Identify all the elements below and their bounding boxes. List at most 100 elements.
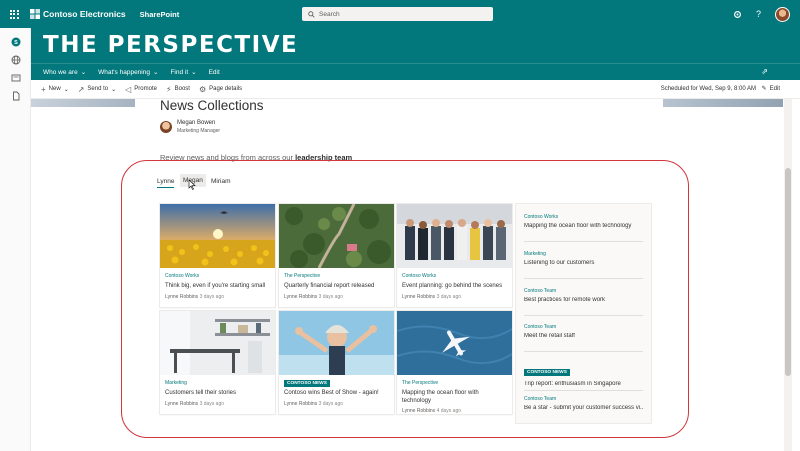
list-item-category[interactable]: Contoso Team (524, 324, 643, 330)
list-item[interactable]: Contoso Team Best practices for remote w… (524, 288, 643, 316)
list-divider (524, 390, 643, 391)
card-category-badge[interactable]: CONTOSO NEWS (284, 380, 330, 387)
list-item-category[interactable]: Marketing (524, 251, 643, 257)
list-item[interactable]: CONTOSO NEWS Trip report: enthusiasm in … (524, 360, 643, 391)
card-image-team-group (397, 204, 512, 268)
list-item-title[interactable]: Trip report: enthusiasm in Singapore (524, 381, 643, 387)
news-card[interactable]: The Perspective Mapping the ocean floor … (397, 311, 512, 414)
card-category[interactable]: Marketing (165, 380, 187, 386)
schedule-status: Scheduled for Wed, Sep 9, 8:00 AM (660, 86, 756, 92)
send-icon: ↗ (77, 84, 85, 94)
app-name-link[interactable]: SharePoint (140, 10, 180, 19)
chevron-down-icon: ⌄ (63, 86, 69, 93)
news-card[interactable]: Contoso Works Event planning: go behind … (397, 204, 512, 307)
mouse-cursor-icon (188, 180, 196, 190)
list-item-title[interactable]: Mapping the ocean floor with technology (524, 223, 643, 229)
card-category[interactable]: The Perspective (402, 380, 438, 386)
list-item[interactable]: Contoso Team Be a star - submit your cus… (524, 396, 643, 411)
news-icon[interactable] (10, 72, 21, 83)
app-bar: S (0, 28, 31, 451)
search-box[interactable]: Search (302, 7, 493, 21)
send-to-button[interactable]: ↗ Send to ⌄ (78, 85, 116, 94)
contoso-logo-icon (30, 9, 40, 19)
card-title[interactable]: Mapping the ocean floor with technology (402, 389, 508, 405)
card-meta: Lynne Robbins 3 days ago (402, 294, 462, 300)
list-item-title[interactable]: Listening to our customers (524, 260, 643, 266)
search-placeholder: Search (319, 10, 340, 18)
list-divider (524, 351, 643, 352)
edit-page-button[interactable]: ✎ Edit (761, 85, 780, 93)
org-name: Contoso Electronics (43, 9, 126, 19)
hub-nav-whats-happening[interactable]: What's happening ⌄ (98, 68, 159, 77)
list-item-category[interactable]: Contoso Team (524, 396, 643, 402)
chevron-down-icon: ⌄ (191, 69, 197, 76)
chevron-down-icon: ⌄ (152, 69, 159, 76)
list-item-title[interactable]: Meet the retail staff (524, 333, 643, 339)
news-card[interactable]: CONTOSO NEWS Contoso wins Best of Show -… (279, 311, 394, 414)
card-image-excited-woman (279, 311, 394, 375)
hub-nav-edit[interactable]: Edit (209, 69, 220, 76)
boost-button[interactable]: ⚡ Boost (166, 85, 190, 94)
card-title[interactable]: Event planning: go behind the scenes (402, 282, 508, 290)
card-image-office-room (160, 311, 275, 375)
list-item-category[interactable]: Contoso Team (524, 288, 643, 294)
gear-icon: ⚙ (198, 84, 207, 94)
document-icon[interactable] (10, 90, 21, 101)
waffle-icon (9, 9, 19, 19)
megaphone-icon: ◁ (125, 84, 132, 94)
card-category[interactable]: The Perspective (284, 273, 320, 279)
card-category[interactable]: Contoso Works (165, 273, 199, 279)
list-item[interactable]: Marketing Listening to our customers (524, 251, 643, 279)
card-category[interactable]: Contoso Works (402, 273, 436, 279)
news-card[interactable]: Contoso Works Think big, even if you're … (160, 204, 275, 307)
rocket-icon: ⚡ (165, 84, 172, 94)
hub-site-title[interactable]: THE PERSPECTIVE (43, 32, 298, 58)
card-meta: Lynne Robbins 3 days ago (284, 294, 344, 300)
tab-miriam[interactable]: Miriam (211, 178, 231, 185)
tab-lynne[interactable]: Lynne (157, 178, 175, 188)
app-launcher-button[interactable] (0, 0, 28, 28)
sp-home-icon[interactable]: S (10, 36, 21, 47)
list-item[interactable]: Contoso Works Mapping the ocean floor wi… (524, 214, 643, 242)
search-icon (308, 10, 315, 18)
list-divider (524, 241, 643, 242)
list-item-title[interactable]: Be a star - submit your customer success… (524, 405, 643, 411)
news-card[interactable]: The Perspective Quarterly financial repo… (279, 204, 394, 307)
page-details-button[interactable]: ⚙ Page details (199, 85, 242, 94)
page-scrollbar-thumb[interactable] (785, 168, 791, 376)
list-item-title[interactable]: Best practices for remote work (524, 297, 643, 303)
banner-image-right (663, 99, 783, 107)
card-image-sunflower-field (160, 204, 275, 268)
globe-icon[interactable] (10, 54, 21, 65)
chevron-down-icon: ⌄ (111, 86, 117, 93)
new-button[interactable]: + New ⌄ (41, 85, 69, 94)
chevron-down-icon: ⌄ (80, 69, 87, 76)
list-item-category-badge[interactable]: CONTOSO NEWS (524, 369, 570, 376)
list-divider (524, 278, 643, 279)
hub-nav-who-we-are[interactable]: Who we are ⌄ (43, 68, 87, 77)
page-title: News Collections (160, 98, 264, 113)
share-icon[interactable]: ⇗ (761, 67, 768, 76)
card-meta: Lynne Robbins 3 days ago (165, 401, 225, 407)
card-title[interactable]: Contoso wins Best of Show - again! (284, 389, 390, 397)
list-item-category[interactable]: Contoso Works (524, 214, 643, 220)
author-name[interactable]: Megan Bowen (177, 120, 215, 126)
card-title[interactable]: Customers tell their stories (165, 389, 271, 397)
settings-gear-icon[interactable] (733, 10, 742, 19)
card-title[interactable]: Think big, even if you're starting small (165, 282, 271, 290)
plus-icon: + (41, 84, 46, 94)
promote-button[interactable]: ◁ Promote (125, 85, 157, 94)
news-card[interactable]: Marketing Customers tell their stories L… (160, 311, 275, 414)
author-avatar[interactable] (160, 121, 172, 133)
card-meta: Lynne Robbins 3 days ago (284, 401, 344, 407)
card-title[interactable]: Quarterly financial report released (284, 282, 390, 290)
card-meta: Lynne Robbins 4 days ago (402, 408, 462, 414)
help-button[interactable]: ? (756, 9, 761, 19)
card-image-plane-over-ocean (397, 311, 512, 375)
hub-nav-find-it[interactable]: Find it ⌄ (170, 68, 197, 77)
pencil-icon: ✎ (761, 86, 767, 92)
suite-bar: Contoso Electronics SharePoint Search ? (0, 0, 800, 28)
account-avatar[interactable] (775, 6, 790, 22)
org-logo-link[interactable]: Contoso Electronics (30, 9, 126, 19)
list-item[interactable]: Contoso Team Meet the retail staff (524, 324, 643, 352)
